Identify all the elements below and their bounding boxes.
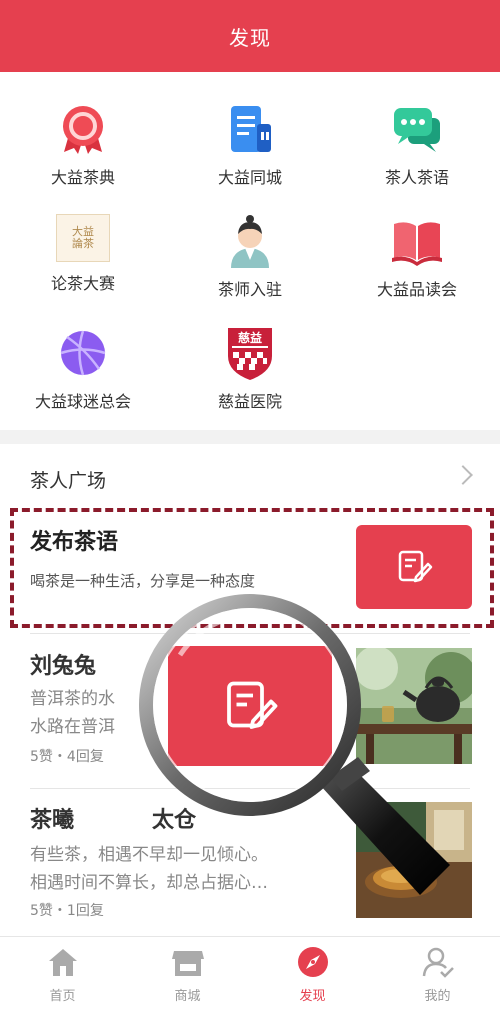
tab-label: 我的 <box>424 989 451 1004</box>
grid-item-tea-talk[interactable]: 茶人茶语 <box>334 72 500 187</box>
post-author: 刘兔兔 <box>30 654 97 679</box>
grid-item-label: 大益品读会 <box>376 280 457 299</box>
post-meta: 5赞・1回复 <box>30 903 104 919</box>
chevron-right-icon <box>453 465 473 485</box>
grid-item-reading-club[interactable]: 大益品读会 <box>334 184 500 299</box>
tea-square-header[interactable]: 茶人广场 <box>0 444 500 510</box>
app-header: 发现 <box>0 0 500 72</box>
chat-bubble-icon <box>390 102 444 156</box>
page-title: 发现 <box>229 25 271 50</box>
grid-item-label: 论茶大赛 <box>50 274 115 293</box>
post-meta: 5赞・4回复 <box>30 749 104 765</box>
grid-item-fan-club[interactable]: 大益球迷总会 <box>0 296 166 411</box>
open-book-icon <box>390 214 444 268</box>
post-text-line: 水路在普洱 <box>30 717 115 737</box>
grid-item-label: 大益球迷总会 <box>34 392 131 411</box>
tab-label: 发现 <box>299 989 326 1004</box>
tab-home[interactable]: 首页 <box>0 937 125 1027</box>
home-icon <box>48 949 77 976</box>
tab-mine[interactable]: 我的 <box>375 937 500 1027</box>
bottom-tab-bar: 首页 商城 发现 我的 <box>0 936 500 1027</box>
grid-item-tea-dictionary[interactable]: 大益茶典 <box>0 72 166 187</box>
compass-icon <box>297 947 328 977</box>
tea-master-avatar-icon <box>223 214 277 268</box>
grid-item-same-city[interactable]: 大益同城 <box>167 72 333 187</box>
hospital-badge-text: 慈益 <box>237 331 262 345</box>
grid-item-tea-master[interactable]: 茶师入驻 <box>167 184 333 299</box>
medal-icon <box>56 102 110 156</box>
section-separator <box>0 430 500 444</box>
magnifier-icon <box>139 594 450 895</box>
grid-item-hospital[interactable]: 慈益 慈益医院 <box>167 296 333 411</box>
section-title: 茶人广场 <box>30 470 107 492</box>
hospital-shield-icon: 慈益 <box>223 326 277 380</box>
basketball-icon <box>56 326 110 380</box>
tab-discover[interactable]: 发现 <box>250 937 375 1027</box>
tab-label: 首页 <box>49 989 76 1004</box>
user-icon <box>422 947 454 978</box>
post-author: 茶曦 <box>30 808 75 833</box>
grid-item-label: 慈益医院 <box>217 392 282 411</box>
tea-contest-logo-icon: 大益論茶 <box>56 214 110 262</box>
shop-icon <box>171 951 204 976</box>
tab-shop[interactable]: 商城 <box>125 937 250 1027</box>
grid-item-tea-contest[interactable]: 大益論茶 论茶大赛 <box>0 184 166 294</box>
feature-grid: 大益茶典 大益同城 茶人茶语 大益論茶 论茶大赛 茶师入驻 大益品读会 大益球迷… <box>0 72 500 430</box>
post-text-line: 普洱茶的水 <box>30 689 115 709</box>
building-icon <box>223 102 277 156</box>
tab-label: 商城 <box>174 989 201 1004</box>
